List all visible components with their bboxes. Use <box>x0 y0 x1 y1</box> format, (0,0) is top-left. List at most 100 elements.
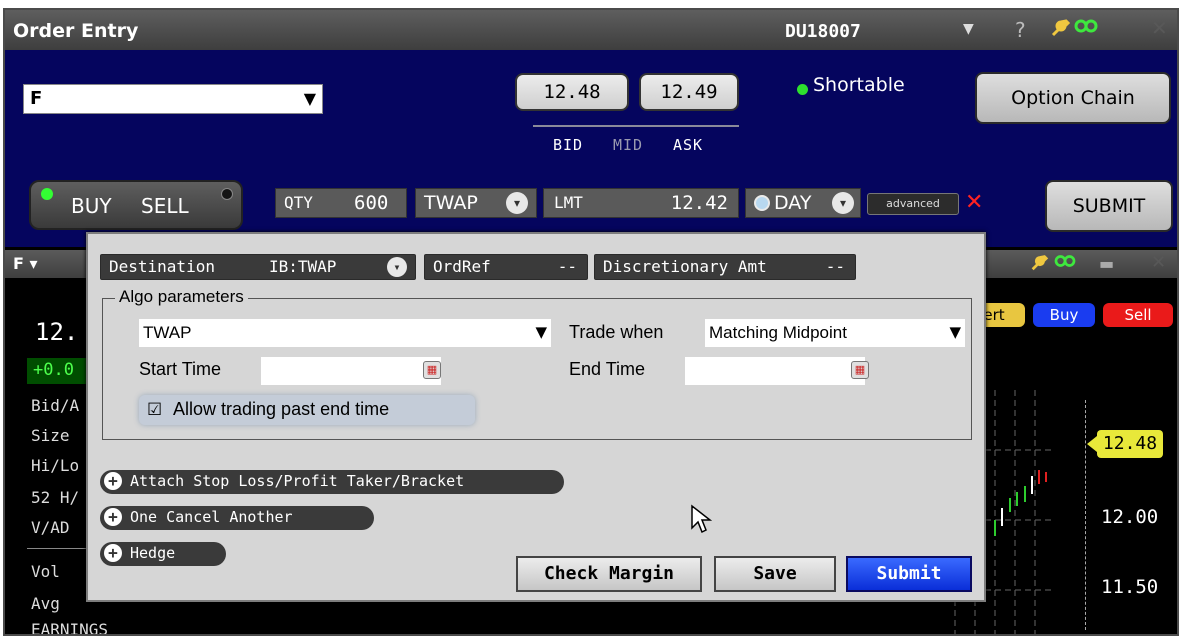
option-chain-button[interactable]: Option Chain <box>975 72 1171 124</box>
quantity-label: QTY <box>284 193 313 212</box>
close-advanced-icon[interactable]: ✕ <box>965 190 983 215</box>
advanced-button[interactable]: advanced <box>867 193 959 215</box>
chart-buy-button[interactable]: Buy <box>1033 303 1095 327</box>
chevron-down-icon[interactable]: ▾ <box>832 192 854 214</box>
side-label-vad: V/AD <box>31 518 70 537</box>
mouse-cursor-icon <box>691 504 712 534</box>
side-label-volume: Vol <box>31 562 60 581</box>
start-time-label: Start Time <box>139 359 222 379</box>
algo-strategy-select[interactable]: TWAP ▼ <box>139 319 551 347</box>
algo-selector[interactable]: TWAP ▾ <box>415 188 537 218</box>
chevron-down-icon[interactable]: ▾ <box>387 257 407 277</box>
algo-parameters-legend: Algo parameters <box>115 287 248 307</box>
side-label-52-week: 52 H/ <box>31 488 80 507</box>
symbol-value: F <box>30 88 43 109</box>
calendar-icon[interactable]: ▦ <box>851 361 869 379</box>
account-selector[interactable]: DU18007 <box>785 21 861 42</box>
destination-field[interactable]: Destination IB:TWAP ▾ <box>100 254 416 280</box>
discretionary-amount-label: Discretionary Amt <box>603 257 767 276</box>
plus-icon: + <box>104 544 122 562</box>
chart-sell-button[interactable]: Sell <box>1103 303 1173 327</box>
buy-active-indicator-icon <box>41 188 53 200</box>
help-icon[interactable]: ? <box>1015 18 1026 42</box>
time-in-force-selector[interactable]: DAY ▾ <box>745 188 861 218</box>
shortable-status: Shortable <box>813 74 905 96</box>
allow-trading-past-end-option[interactable]: ☑ Allow trading past end time <box>139 395 475 425</box>
calendar-icon[interactable]: ▦ <box>423 361 441 379</box>
side-label-size: Size <box>31 426 70 445</box>
algo-parameters-group: Algo parameters TWAP ▼ Trade when Matchi… <box>102 287 972 440</box>
symbol-input[interactable]: F ▼ <box>23 84 323 114</box>
check-margin-button[interactable]: Check Margin <box>516 556 702 592</box>
trade-when-value: Matching Midpoint <box>709 323 847 342</box>
attach-bracket-button[interactable]: + Attach Stop Loss/Profit Taker/Bracket <box>100 470 564 494</box>
quantity-field[interactable]: QTY 600 <box>275 188 407 218</box>
destination-value[interactable]: IB:TWAP <box>269 255 336 279</box>
algo-value: TWAP <box>424 192 478 214</box>
mid-label[interactable]: MID <box>613 136 643 154</box>
order-panel: F ▼ 12.48 12.49 BID MID ASK Shortable Op… <box>5 50 1177 247</box>
chevron-down-icon[interactable]: ▼ <box>963 21 974 37</box>
save-button[interactable]: Save <box>714 556 836 592</box>
ask-price-button[interactable]: 12.49 <box>639 73 739 111</box>
ask-label[interactable]: ASK <box>673 136 703 154</box>
trade-when-select[interactable]: Matching Midpoint ▼ <box>705 319 965 347</box>
one-cancel-another-label: One Cancel Another <box>130 508 293 526</box>
shortable-status-icon <box>797 84 808 95</box>
axis-label-11-50: 11.50 <box>1101 576 1159 598</box>
price-marker-arrow <box>1087 436 1097 452</box>
bid-label[interactable]: BID <box>553 136 583 154</box>
wrench-icon[interactable] <box>1049 16 1071 44</box>
current-price-marker: 12.48 <box>1097 430 1163 458</box>
limit-price-value[interactable]: 12.42 <box>671 189 728 217</box>
price-divider <box>533 125 739 127</box>
buy-toggle[interactable]: BUY <box>71 194 112 218</box>
allow-trading-checkbox[interactable]: ☑ <box>147 400 162 420</box>
chevron-down-icon[interactable]: ▾ <box>506 192 528 214</box>
minimize-icon[interactable]: ▬ <box>1099 254 1114 273</box>
one-cancel-another-button[interactable]: + One Cancel Another <box>100 506 374 530</box>
chevron-down-icon[interactable]: ▼ <box>949 323 961 341</box>
limit-price-field[interactable]: LMT 12.42 <box>543 188 739 218</box>
plus-icon: + <box>104 472 122 490</box>
side-label-average: Avg <box>31 594 60 613</box>
buy-sell-toggle[interactable]: BUY SELL <box>29 180 243 230</box>
price-axis-line <box>1085 400 1086 630</box>
quantity-value[interactable]: 600 <box>354 189 388 217</box>
allow-trading-label[interactable]: Allow trading past end time <box>173 399 389 420</box>
order-type-label[interactable]: LMT <box>554 189 583 217</box>
order-ref-field[interactable]: OrdRef -- <box>424 254 588 280</box>
time-in-force-value: DAY <box>774 192 812 214</box>
axis-label-12-00: 12.00 <box>1101 506 1159 528</box>
close-icon[interactable]: ✕ <box>1151 252 1166 273</box>
order-ref-value[interactable]: -- <box>558 255 577 279</box>
advanced-order-panel: Destination IB:TWAP ▾ OrdRef -- Discreti… <box>86 232 986 602</box>
wrench-icon[interactable] <box>1029 252 1049 277</box>
end-time-input[interactable] <box>685 357 865 385</box>
change-value: +0.0 <box>33 360 74 380</box>
title-bar: Order Entry DU18007 ▼ ? ✕ <box>5 10 1177 50</box>
plus-icon: + <box>104 508 122 526</box>
link-icon[interactable] <box>1073 16 1099 41</box>
link-icon[interactable] <box>1053 252 1077 275</box>
trade-when-label: Trade when <box>569 322 664 342</box>
chart-symbol-selector[interactable]: F ▾ <box>13 254 38 273</box>
hedge-button[interactable]: + Hedge <box>100 542 226 566</box>
start-time-input[interactable] <box>261 357 441 385</box>
submit-button[interactable]: SUBMIT <box>1045 180 1173 232</box>
order-ref-label: OrdRef <box>433 257 491 276</box>
discretionary-amount-value[interactable]: -- <box>826 255 845 279</box>
clock-icon <box>754 195 770 211</box>
chevron-down-icon[interactable]: ▼ <box>304 89 316 108</box>
close-icon[interactable]: ✕ <box>1151 16 1168 40</box>
submit-order-button[interactable]: Submit <box>846 556 972 592</box>
side-label-earnings: EARNINGS <box>31 620 109 636</box>
chevron-down-icon[interactable]: ▼ <box>535 323 547 341</box>
discretionary-amount-field[interactable]: Discretionary Amt -- <box>594 254 856 280</box>
destination-label: Destination <box>109 257 215 276</box>
last-price: 12. <box>35 318 79 346</box>
sell-toggle[interactable]: SELL <box>141 194 189 218</box>
window-title: Order Entry <box>13 20 139 42</box>
side-label-bid-ask: Bid/A <box>31 396 80 415</box>
bid-price-button[interactable]: 12.48 <box>515 73 629 111</box>
